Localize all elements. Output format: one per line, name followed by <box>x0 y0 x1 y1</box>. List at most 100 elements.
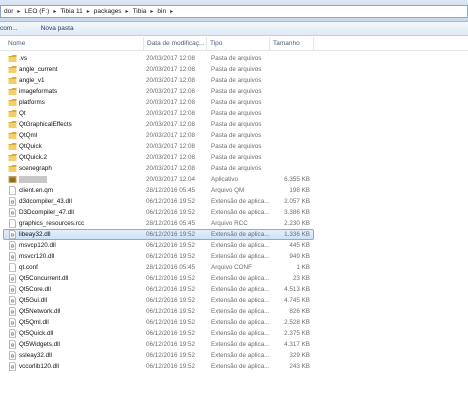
file-size <box>272 97 310 108</box>
dll-icon <box>8 230 17 239</box>
file-date: 28/12/2016 05:45 <box>146 264 196 271</box>
file-row[interactable]: D3Dcompiler_47.dll 06/12/2016 19:52 Extens… <box>0 207 468 218</box>
file-size <box>272 152 310 163</box>
file-type: Extensão de aplica... <box>211 275 270 282</box>
file-row[interactable]: imageformats 20/03/2017 12:08 Pasta de arq… <box>0 86 468 97</box>
breadcrumb-separator-icon[interactable]: ▸ <box>148 8 155 15</box>
file-type: Extensão de aplica... <box>211 308 270 315</box>
file-size: 1.336 KB <box>284 231 310 238</box>
file-size <box>272 75 310 86</box>
file-date: 06/12/2016 19:52 <box>146 209 196 216</box>
file-row[interactable]: Qt5Network.dll 06/12/2016 19:52 Extensão d… <box>0 306 468 317</box>
file-size: 2.230 KB <box>284 220 310 227</box>
file-row[interactable]: scenegraph 20/03/2017 12:08 Pasta de arqui… <box>0 163 468 174</box>
file-size: 243 KB <box>289 363 310 370</box>
dll-icon <box>8 362 17 371</box>
document-icon <box>8 219 17 228</box>
column-header-size[interactable]: Tamanho <box>270 37 314 51</box>
file-row[interactable]: d3dcompiler_43.dll 06/12/2016 19:52 Extens… <box>0 196 468 207</box>
file-name: Qt <box>19 110 26 117</box>
file-type: Pasta de arquivos <box>211 55 262 62</box>
column-header-name[interactable]: Nome <box>5 37 144 51</box>
breadcrumb-item-current[interactable]: bin <box>155 6 168 17</box>
file-name: angle_current <box>19 66 58 73</box>
file-row[interactable]: QtQml 20/03/2017 12:08 Pasta de arquivos <box>0 130 468 141</box>
file-size: 2.528 KB <box>284 319 310 326</box>
breadcrumb-item[interactable]: Tibia <box>131 6 149 17</box>
file-row[interactable]: ssleay32.dll 06/12/2016 19:52 Extensão de … <box>0 350 468 361</box>
file-name <box>19 174 144 185</box>
dll-icon <box>8 329 17 338</box>
organize-button[interactable]: com... <box>0 25 22 32</box>
file-size: 23 KB <box>292 275 310 282</box>
breadcrumb-separator-icon[interactable]: ▸ <box>124 8 131 15</box>
file-row[interactable]: Qt5Gui.dll 06/12/2016 19:52 Extensão de ap… <box>0 295 468 306</box>
file-row[interactable]: platforms 20/03/2017 12:08 Pasta de arquiv… <box>0 97 468 108</box>
file-row[interactable]: Qt5Core.dll 06/12/2016 19:52 Extensão de a… <box>0 284 468 295</box>
file-type: Extensão de aplica... <box>211 363 270 370</box>
file-row[interactable]: qt.conf 28/12/2016 05:45 Arquivo CONF 1 KB <box>0 262 468 273</box>
file-type: Pasta de arquivos <box>211 154 262 161</box>
file-row[interactable]: Qt5Widgets.dll 06/12/2016 19:52 Extensão d… <box>0 339 468 350</box>
file-size: 826 KB <box>289 308 310 315</box>
file-type: Pasta de arquivos <box>211 110 262 117</box>
folder-icon <box>8 164 17 173</box>
breadcrumb-separator-icon[interactable]: ▸ <box>51 8 58 15</box>
file-list: .vs 20/03/2017 12:08 Pasta de arquivos angl… <box>0 53 468 372</box>
file-name: msvcp120.dll <box>19 242 56 249</box>
file-date: 20/03/2017 12:08 <box>146 66 196 73</box>
file-row[interactable]: QtGraphicalEffects 20/03/2017 12:08 Pasta … <box>0 119 468 130</box>
file-type: Extensão de aplica... <box>211 253 270 260</box>
file-size <box>272 130 310 141</box>
file-date: 28/12/2016 05:45 <box>146 220 196 227</box>
dll-icon <box>8 252 17 261</box>
file-row[interactable]: QtQuick.2 20/03/2017 12:08 Pasta de arquiv… <box>0 152 468 163</box>
breadcrumb-item[interactable]: Tibia 11 <box>58 6 84 17</box>
file-row[interactable]: .vs 20/03/2017 12:08 Pasta de arquivos <box>0 53 468 64</box>
breadcrumb-item[interactable]: packages <box>92 6 124 17</box>
file-size: 2.375 KB <box>284 330 310 337</box>
file-row[interactable]: angle_current 20/03/2017 12:08 Pasta de ar… <box>0 64 468 75</box>
breadcrumb-separator-icon[interactable]: ▸ <box>85 8 92 15</box>
folder-icon <box>8 109 17 118</box>
file-row[interactable]: QtQuick 20/03/2017 12:08 Pasta de arquivos <box>0 141 468 152</box>
dll-icon <box>8 197 17 206</box>
file-row-selected[interactable]: libeay32.dll 06/12/2016 19:52 Extensão de … <box>0 229 468 240</box>
file-row[interactable]: Qt5Concurrent.dll 06/12/2016 19:52 Extensã… <box>0 273 468 284</box>
breadcrumb[interactable]: dor ▸ LEO (F:) ▸ Tibia 11 ▸ packages ▸ T… <box>0 5 468 18</box>
file-type: Pasta de arquivos <box>211 77 262 84</box>
document-icon <box>8 186 17 195</box>
file-size <box>272 119 310 130</box>
breadcrumb-item[interactable]: LEO (F:) <box>22 6 51 17</box>
file-row[interactable]: Qt5Qml.dll 06/12/2016 19:52 Extensão de ap… <box>0 317 468 328</box>
file-size: 4.513 KB <box>284 286 310 293</box>
file-row[interactable]: Qt5Quick.dll 06/12/2016 19:52 Extensão de … <box>0 328 468 339</box>
column-header-row: Nome Data de modificaç... Tipo Tamanho <box>0 37 468 51</box>
breadcrumb-item[interactable]: dor <box>2 6 15 17</box>
file-name: Qt5Core.dll <box>19 286 51 293</box>
file-row[interactable]: graphics_resources.rcc 28/12/2016 05:45 Ar… <box>0 218 468 229</box>
dll-icon <box>8 318 17 327</box>
file-date: 06/12/2016 19:52 <box>146 352 196 359</box>
file-row[interactable]: 20/03/2017 12:04 Aplicativo 6.355 KB <box>0 174 468 185</box>
file-row[interactable]: msvcr120.dll 06/12/2016 19:52 Extensão de … <box>0 251 468 262</box>
column-header-date[interactable]: Data de modificaç... <box>144 37 207 51</box>
breadcrumb-separator-icon[interactable]: ▸ <box>15 8 22 15</box>
file-row[interactable]: vccorlib120.dll 06/12/2016 19:52 Extensão … <box>0 361 468 372</box>
file-row[interactable]: msvcp120.dll 06/12/2016 19:52 Extensão de … <box>0 240 468 251</box>
breadcrumb-separator-icon[interactable]: ▸ <box>168 8 175 15</box>
file-size: 329 KB <box>289 352 310 359</box>
file-row[interactable]: Qt 20/03/2017 12:08 Pasta de arquivos <box>0 108 468 119</box>
new-folder-button[interactable]: Nova pasta <box>37 25 78 32</box>
file-row[interactable]: angle_v1 20/03/2017 12:08 Pasta de arquivo… <box>0 75 468 86</box>
dll-icon <box>8 274 17 283</box>
column-header-type[interactable]: Tipo <box>207 37 270 51</box>
file-row[interactable]: client.en.qm 28/12/2016 05:45 Arquivo QM 19… <box>0 185 468 196</box>
dll-icon <box>8 241 17 250</box>
file-size <box>272 53 310 64</box>
file-name: Qt5Network.dll <box>19 308 61 315</box>
folder-icon <box>8 120 17 129</box>
file-type: Pasta de arquivos <box>211 121 262 128</box>
file-size: 4.745 KB <box>284 297 310 304</box>
file-name: Qt5Widgets.dll <box>19 341 60 348</box>
